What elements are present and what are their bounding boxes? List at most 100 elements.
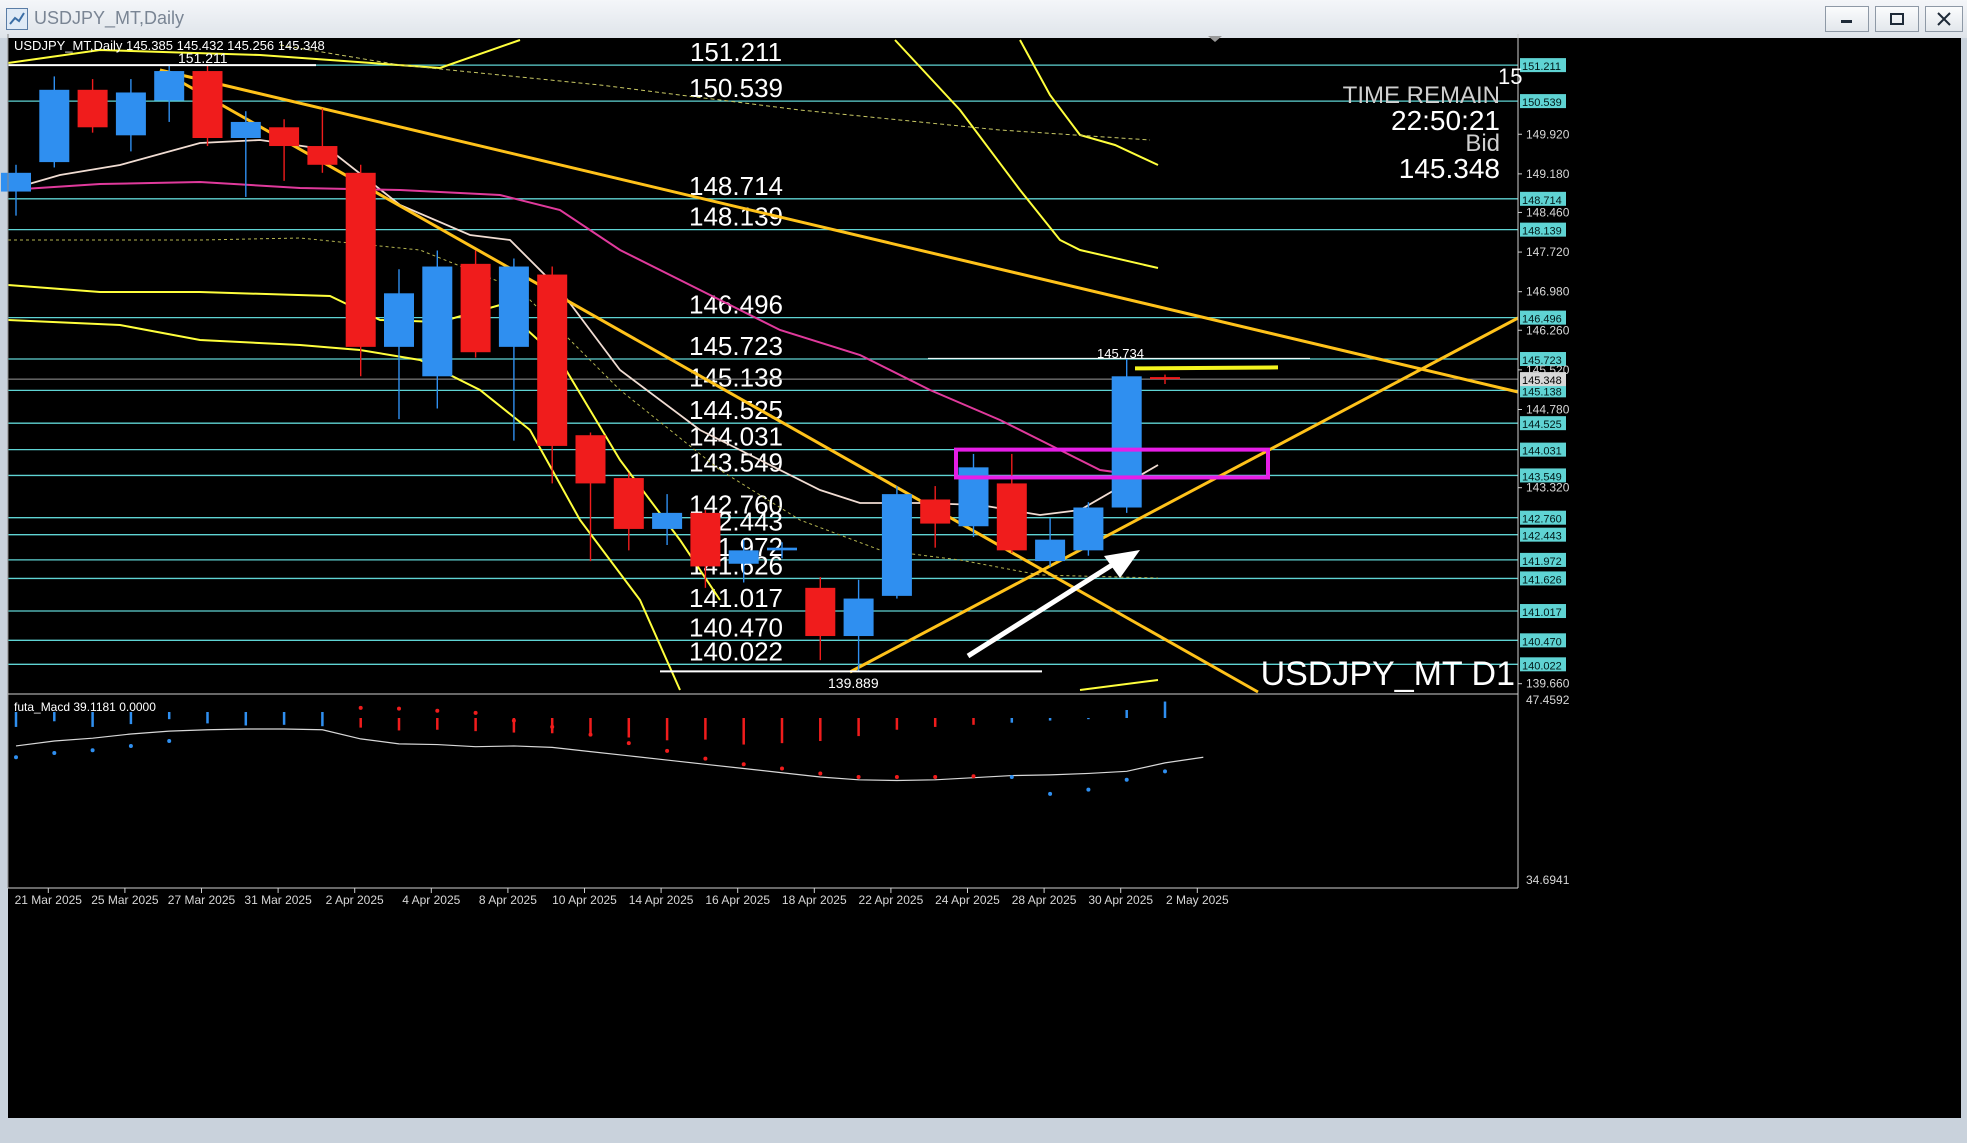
- candle-body-bear: [77, 89, 108, 128]
- candle-body-bull: [881, 494, 912, 596]
- macd-axis-label: 47.4592: [1526, 693, 1570, 707]
- overlay-annotations: 151.211145.734139.889: [8, 50, 1310, 691]
- date-tick-label: 25 Mar 2025: [91, 893, 159, 907]
- level-price-tag-text: 142.443: [1522, 531, 1562, 543]
- macd-signal-dot: [1009, 774, 1014, 779]
- macd-signal-dot: [856, 774, 861, 779]
- macd-signal-dot: [435, 708, 440, 713]
- macd-label: futa_Macd 39.1181 0.0000: [14, 700, 156, 714]
- channel-band-line: [894, 39, 1159, 269]
- date-tick-label: 31 Mar 2025: [244, 893, 312, 907]
- bid-price-tag-text: 145.348: [1522, 375, 1562, 387]
- price-tick-label: 149.920: [1526, 127, 1570, 141]
- date-tick-label: 27 Mar 2025: [168, 893, 236, 907]
- macd-signal-dot: [167, 739, 172, 744]
- level-label: 148.714: [689, 171, 783, 201]
- date-tick-label: 2 Apr 2025: [326, 893, 384, 907]
- level-price-tag-text: 151.211: [1522, 61, 1561, 73]
- candle-body-bull: [154, 71, 185, 101]
- mid-ma-dashed: [8, 237, 1159, 579]
- macd-signal-dot: [703, 756, 708, 761]
- macd-signal-dot: [971, 774, 976, 779]
- candle-body-bear: [269, 127, 300, 147]
- level-price-tag-text: 145.138: [1522, 386, 1562, 398]
- candle-body-bull: [652, 512, 683, 529]
- date-tick-label: 24 Apr 2025: [935, 893, 1000, 907]
- price-tick-label: 145.520: [1526, 363, 1570, 377]
- candle-body-bull: [843, 598, 874, 637]
- candle-body-bull: [767, 547, 797, 551]
- price-tick-label: 139.660: [1526, 677, 1570, 691]
- candle-body-bull: [384, 293, 414, 347]
- price-chart[interactable]: 151.211 150.539 148.714 148.139 146.496 145.7…: [0, 0, 1967, 1143]
- candle-body-bull: [115, 92, 146, 136]
- date-tick-label: 21 Mar 2025: [15, 893, 83, 907]
- breakout-marker-line: [1134, 365, 1279, 371]
- date-tick-label: 10 Apr 2025: [552, 893, 617, 907]
- price-axis: 151.211 150.539 148.714 148.139 146.496 145.7…: [7, 34, 1570, 889]
- level-label: 141.017: [689, 583, 783, 613]
- date-tick-label: 22 Apr 2025: [859, 893, 924, 907]
- level-price-tag-text: 148.139: [1522, 226, 1562, 238]
- channel-bands: [7, 39, 1159, 691]
- channel-band-line: [7, 319, 681, 691]
- level-label: 145.723: [689, 331, 783, 361]
- level-label: 150.539: [689, 73, 783, 103]
- candle-body-bear: [805, 587, 836, 637]
- level-price-tag-text: 144.031: [1522, 446, 1562, 458]
- level-price-tag-text: 141.972: [1522, 556, 1562, 568]
- level-price-tag-text: 140.470: [1522, 636, 1562, 648]
- macd-signal-dot: [52, 751, 57, 756]
- macd-signal-dot: [818, 771, 823, 776]
- candle-body-bear: [920, 499, 951, 524]
- scroll-marker-icon: [1208, 36, 1222, 42]
- price-tick-label: 143.320: [1526, 481, 1570, 495]
- date-tick-label: 16 Apr 2025: [705, 893, 770, 907]
- candle-body-bull: [39, 89, 70, 163]
- macd-signal-dot: [665, 748, 670, 753]
- date-tick-label: 2 May 2025: [1166, 893, 1229, 907]
- macd-signal-dot: [511, 718, 516, 723]
- date-tick-label: 18 Apr 2025: [782, 893, 847, 907]
- macd-signal-dot: [1124, 777, 1129, 782]
- level-price-tag-text: 141.017: [1522, 607, 1562, 619]
- macd-signal-dot: [741, 762, 746, 767]
- macd-signal-dot: [90, 748, 95, 753]
- low-annotation: 139.889: [828, 675, 879, 691]
- macd-signal-dot: [128, 743, 133, 748]
- candle-body-bear: [345, 172, 376, 347]
- candle-body-bear: [192, 71, 223, 139]
- candle-body-bull: [1111, 376, 1142, 508]
- candle-body-bear: [460, 263, 491, 353]
- date-tick-label: 14 Apr 2025: [629, 893, 694, 907]
- date-tick-label: 8 Apr 2025: [479, 893, 537, 907]
- level-price-tag-text: 144.525: [1522, 419, 1562, 431]
- date-axis: 21 Mar 2025 25 Mar 2025 27 Mar 2025 31 Mar …: [15, 888, 1229, 907]
- macd-signal-dot: [626, 741, 631, 746]
- price-tick-label: 146.980: [1526, 285, 1570, 299]
- trendline: [849, 316, 1519, 674]
- macd-signal-dot: [358, 705, 363, 710]
- candle-body-bear: [1150, 377, 1180, 380]
- up-arrow-shaft: [966, 557, 1122, 659]
- macd-panel: futa_Macd 39.1181 0.0000 47.4592 34.6941: [14, 693, 1570, 887]
- bid-value: 145.348: [1399, 153, 1500, 184]
- level-price-tag-text: 141.626: [1522, 574, 1562, 586]
- timeframe-label: USDJPY_MT D1: [1261, 655, 1515, 693]
- macd-signal-dot: [550, 724, 555, 729]
- candle-body-bear: [690, 512, 721, 567]
- date-tick-label: 30 Apr 2025: [1088, 893, 1153, 907]
- recent-high-annotation: 145.734: [1097, 346, 1144, 361]
- macd-signal-dot: [933, 774, 938, 779]
- macd-signal-dot: [894, 774, 899, 779]
- date-tick-label: 28 Apr 2025: [1012, 893, 1077, 907]
- macd-signal-dot: [1163, 769, 1167, 774]
- symbol-header: USDJPY_MT,Daily 145.385 145.432 145.256 …: [14, 38, 325, 53]
- trendlines: [159, 68, 1519, 694]
- price-tick-label: 149.180: [1526, 167, 1570, 181]
- macd-signal-dot: [588, 732, 593, 737]
- macd-signal-dot: [1086, 787, 1091, 792]
- candle-body-bear: [307, 146, 338, 165]
- macd-signal-dot: [14, 755, 18, 760]
- price-tick-label: 147.720: [1526, 245, 1570, 259]
